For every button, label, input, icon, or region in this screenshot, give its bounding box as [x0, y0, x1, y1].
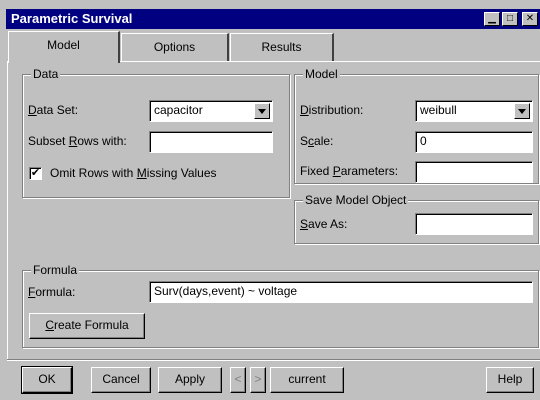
cancel-button[interactable]: Cancel	[91, 367, 151, 393]
minimize-button[interactable]: ▁	[484, 12, 500, 26]
distribution-combo[interactable]: weibull	[415, 100, 533, 122]
scale-input[interactable]: 0	[415, 131, 533, 153]
tab-results[interactable]: Results	[230, 33, 334, 61]
omit-missing-checkbox[interactable]: ✔	[29, 167, 42, 180]
subset-label: Subset Rows with:	[28, 134, 127, 148]
fixed-parameters-label: Fixed Parameters:	[300, 164, 399, 178]
parametric-survival-dialog: Parametric Survival ▁ □ ✕ Model Options …	[0, 0, 540, 400]
distribution-label: Distribution:	[300, 103, 364, 117]
maximize-button[interactable]: □	[502, 12, 518, 26]
data-group-title: Data	[31, 67, 61, 81]
tab-results-label: Results	[261, 40, 302, 54]
minimize-icon: ▁	[488, 13, 496, 24]
scale-label: Scale:	[300, 134, 334, 148]
dataset-combo[interactable]: capacitor	[149, 100, 273, 122]
next-arrow-icon: >	[254, 372, 262, 386]
formula-group-title: Formula	[31, 263, 80, 277]
footer-separator	[7, 359, 540, 361]
omit-missing-label: Omit Rows with Missing Values	[50, 166, 217, 180]
dataset-value: capacitor	[154, 103, 203, 117]
subset-rows-input[interactable]	[149, 131, 273, 153]
help-button[interactable]: Help	[486, 367, 534, 393]
prev-arrow-icon: <	[234, 372, 242, 386]
current-button[interactable]: current	[270, 367, 344, 393]
maximize-icon: □	[506, 13, 514, 24]
formula-input[interactable]: Surv(days,event) ~ voltage	[149, 281, 533, 303]
model-tab-panel: Data Data Set: capacitor Subset Rows wit…	[7, 61, 540, 359]
formula-label: Formula:	[28, 285, 76, 299]
dataset-dropdown-arrow-icon[interactable]	[254, 103, 270, 119]
window-title: Parametric Survival	[11, 11, 133, 26]
save-model-group: Save Model Object Save As:	[294, 193, 539, 244]
next-button[interactable]: >	[250, 367, 266, 393]
close-button[interactable]: ✕	[522, 12, 538, 26]
apply-button[interactable]: Apply	[158, 367, 222, 393]
model-group: Model Distribution: weibull Scale: 0 Fix…	[294, 67, 539, 184]
tab-options[interactable]: Options	[121, 33, 229, 61]
tab-options-label: Options	[153, 40, 196, 54]
tab-model-label: Model	[47, 38, 80, 52]
create-formula-button[interactable]: Create Formula	[29, 313, 145, 339]
save-model-group-title: Save Model Object	[303, 193, 409, 207]
dataset-label: Data Set:	[28, 103, 79, 117]
save-as-label: Save As:	[300, 217, 348, 231]
data-group: Data Data Set: capacitor Subset Rows wit…	[22, 67, 290, 198]
fixed-parameters-input[interactable]	[415, 161, 533, 183]
tab-model[interactable]: Model	[8, 31, 120, 63]
title-bar[interactable]: Parametric Survival ▁ □ ✕	[6, 9, 540, 29]
save-as-input[interactable]	[415, 213, 533, 235]
distribution-dropdown-arrow-icon[interactable]	[514, 103, 530, 119]
formula-group: Formula Formula: Surv(days,event) ~ volt…	[22, 263, 539, 348]
close-icon: ✕	[525, 13, 535, 24]
ok-button[interactable]: OK	[21, 366, 73, 394]
model-group-title: Model	[303, 67, 340, 81]
distribution-value: weibull	[420, 103, 457, 117]
prev-button[interactable]: <	[230, 367, 246, 393]
